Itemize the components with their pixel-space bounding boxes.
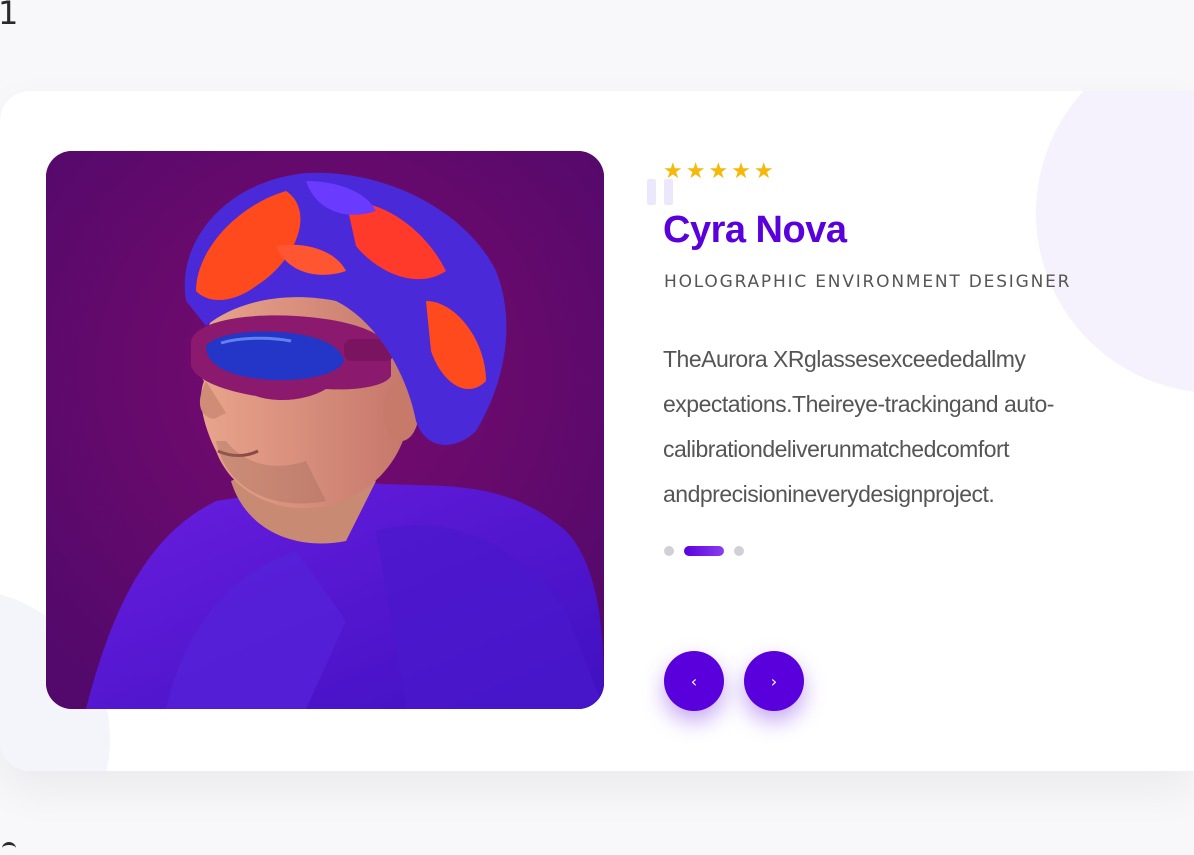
previous-button[interactable]: ‹ [664,651,724,711]
testimonial-quote: TheAurora XRglassesexceededallmy expecta… [663,346,1054,507]
pagination-dot-active[interactable] [684,546,724,556]
testimonial-role: HOLOGRAPHIC ENVIRONMENT DESIGNER [664,272,1072,292]
testimonial-name: Cyra Nova [663,209,847,251]
chevron-right-icon: › [770,671,778,691]
pagination-dot[interactable] [664,546,674,556]
rating-stars: ★★★★★ [663,159,777,184]
page-number: 1 [0,0,19,32]
testimonial-card: ★★★★★ Cyra Nova HOLOGRAPHIC ENVIRONMENT … [0,91,1194,771]
testimonial-photo [46,151,604,709]
chevron-left-icon: ‹ [690,671,698,691]
next-section-fragment [2,842,16,855]
quote-icon [647,179,673,205]
pagination-dots [664,546,744,556]
next-button[interactable]: › [744,651,804,711]
pagination-dot[interactable] [734,546,744,556]
